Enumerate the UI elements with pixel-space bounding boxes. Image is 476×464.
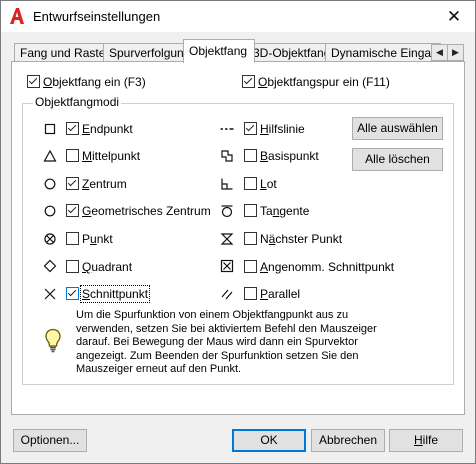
- geometrisches-zentrum-label: Geometrisches Zentrum: [82, 204, 211, 218]
- punkt-checkbox[interactable]: [66, 232, 79, 245]
- ok-button[interactable]: OK: [232, 429, 306, 452]
- geometric-center-circle-icon: [44, 205, 56, 217]
- info-text: Um die Spurfunktion von einem Objektfang…: [76, 309, 377, 375]
- nearest-icon: [220, 233, 234, 245]
- quadrant-label: Quadrant: [82, 260, 133, 274]
- quadrant-checkbox[interactable]: [66, 260, 79, 273]
- parallel-label: Parallel: [260, 287, 301, 301]
- naechster-punkt-label: Nächster Punkt: [260, 232, 343, 246]
- quadrant-diamond-icon: [43, 259, 57, 273]
- clear-all-button[interactable]: Alle löschen: [352, 148, 443, 171]
- zentrum-label: Zentrum: [82, 177, 127, 191]
- hilfslinie-label: Hilfslinie: [260, 122, 305, 136]
- schnittpunkt-label: Schnittpunkt: [79, 285, 151, 303]
- hilfslinie-checkbox[interactable]: [244, 122, 257, 135]
- insertion-icon: [221, 150, 233, 162]
- endpunkt-checkbox[interactable]: [66, 122, 79, 135]
- objektfangspur-ein-label: Objektfangspur ein (F11): [258, 75, 390, 89]
- tangent-icon: [221, 205, 233, 218]
- help-button[interactable]: Hilfe: [389, 429, 463, 452]
- extension-icon: [220, 128, 234, 130]
- cancel-label: Abbrechen: [318, 433, 378, 447]
- punkt-label: Punkt: [82, 232, 113, 246]
- apparent-intersection-icon: [220, 259, 234, 273]
- endpunkt-label: Endpunkt: [82, 122, 133, 136]
- naechster-punkt-checkbox[interactable]: [244, 232, 257, 245]
- objektfangspur-ein-checkbox[interactable]: [242, 75, 255, 88]
- angenomm-schnittpunkt-checkbox[interactable]: [244, 260, 257, 273]
- lot-label: Lot: [260, 177, 277, 191]
- perpendicular-icon: [221, 178, 233, 190]
- intersection-cross-icon: [44, 288, 56, 300]
- angenomm-schnittpunkt-label: Angenomm. Schnittpunkt: [260, 260, 395, 274]
- center-circle-icon: [44, 178, 56, 190]
- tangente-label: Tangente: [260, 204, 310, 218]
- tangente-checkbox[interactable]: [244, 204, 257, 217]
- zentrum-checkbox[interactable]: [66, 177, 79, 190]
- clear-all-label: Alle löschen: [365, 152, 430, 166]
- geometrisches-zentrum-checkbox[interactable]: [66, 204, 79, 217]
- group-title: Objektfangmodi: [33, 95, 122, 109]
- objektfang-ein-label: Objektfang ein (F3): [43, 75, 146, 89]
- cancel-button[interactable]: Abbrechen: [311, 429, 385, 452]
- node-icon: [44, 233, 56, 245]
- lightbulb-icon: [45, 328, 61, 353]
- objektfang-ein-checkbox[interactable]: [27, 75, 40, 88]
- basispunkt-checkbox[interactable]: [244, 149, 257, 162]
- endpoint-square-icon: [44, 123, 56, 135]
- options-button[interactable]: Optionen...: [13, 429, 87, 452]
- mittelpunkt-label: Mittelpunkt: [82, 149, 141, 163]
- midpoint-triangle-icon: [43, 149, 57, 162]
- select-all-button[interactable]: Alle auswählen: [352, 117, 443, 140]
- select-all-label: Alle auswählen: [357, 121, 438, 135]
- ok-label: OK: [260, 433, 278, 447]
- schnittpunkt-checkbox[interactable]: [66, 287, 79, 300]
- basispunkt-label: Basispunkt: [260, 149, 319, 163]
- lot-checkbox[interactable]: [244, 177, 257, 190]
- parallel-checkbox[interactable]: [244, 287, 257, 300]
- parallel-icon: [221, 289, 233, 300]
- help-label: Hilfe: [413, 433, 438, 447]
- options-label: Optionen...: [20, 433, 80, 447]
- mittelpunkt-checkbox[interactable]: [66, 149, 79, 162]
